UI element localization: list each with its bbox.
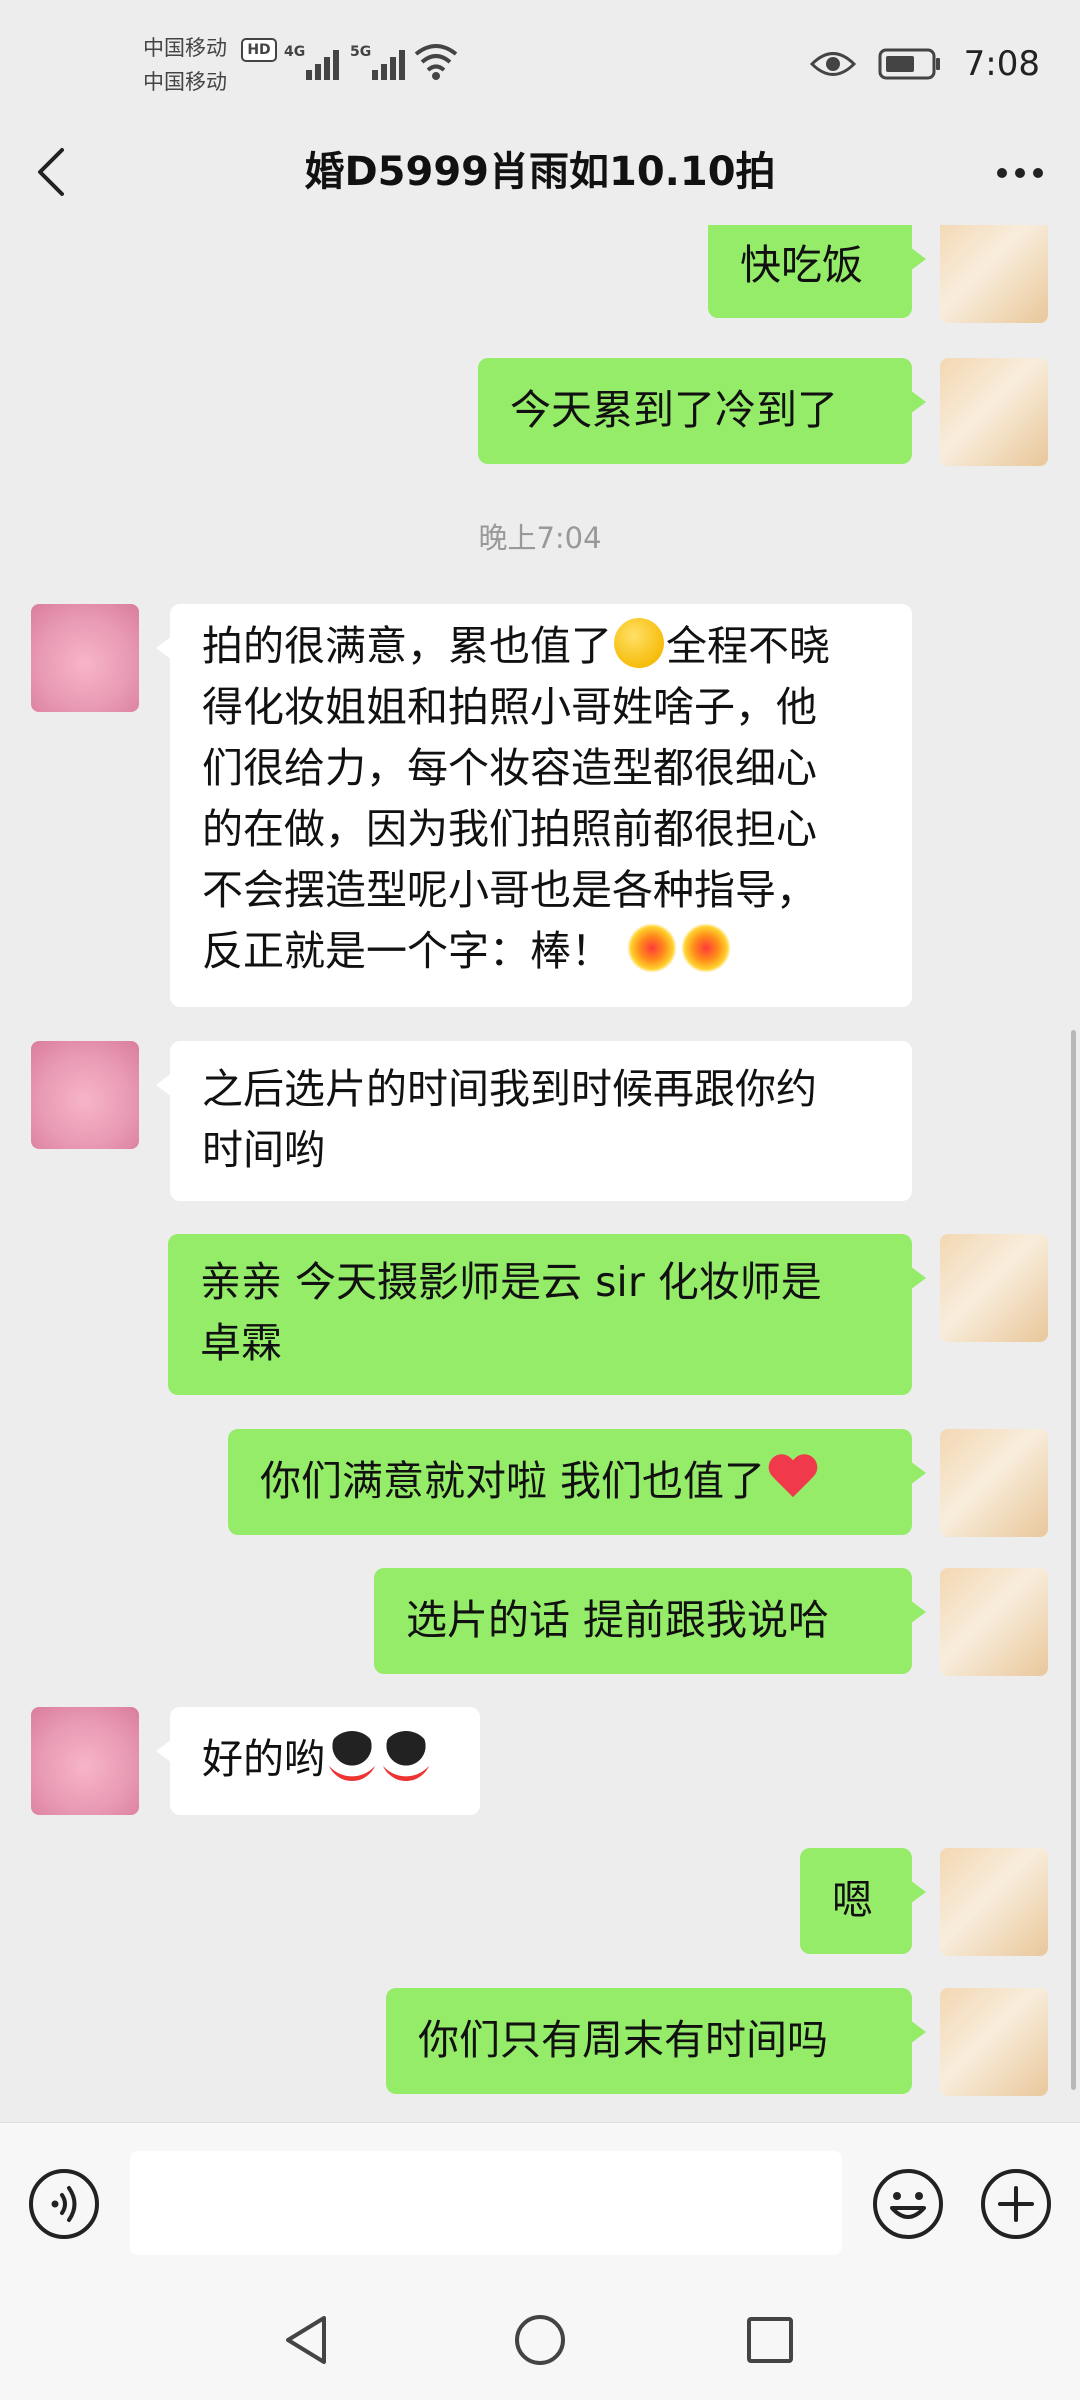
message-bubble[interactable]: 拍的很满意，累也值了 全程不晓 得化妆姐姐和拍照小哥姓啥子，他 们很给力，每个妆容… [156,604,912,1007]
message-bubble[interactable]: 之后选片的时间我到时候再跟你约 时间哟 [156,1041,912,1201]
wink-emoji-icon [614,618,664,668]
back-arrow-icon[interactable] [28,142,78,202]
scrollbar[interactable] [1071,1030,1076,2090]
message-text: 今天累到了冷到了 [510,386,838,434]
my-avatar[interactable] [940,1848,1048,1956]
my-avatar[interactable] [940,1234,1048,1342]
red-heart-emoji-icon [767,1455,819,1503]
message-text: 你们满意就对啦 我们也值了 [260,1457,766,1505]
net-5g-label: 5G [350,44,371,60]
contact-avatar[interactable] [31,1707,139,1815]
message-text: 之后选片的时间我到时候再跟你约 时间哟 [202,1065,817,1174]
message-text: 亲亲 今天摄影师是云 sir 化妆师是 卓霖 [200,1258,822,1367]
nav-recents-icon[interactable] [740,2310,800,2370]
message-text: 你们只有周末有时间吗 [418,2016,828,2064]
my-avatar[interactable] [940,1568,1048,1676]
message-bubble[interactable]: 今天累到了冷到了 [478,358,926,464]
message-text: 嗯 [832,1876,873,1924]
emoji-picker-icon[interactable] [872,2168,944,2240]
wifi-icon [414,44,458,80]
my-avatar[interactable] [940,1429,1048,1537]
chat-header: 婚D5999肖雨如10.10拍 [0,120,1080,225]
clock-time: 7:08 [963,44,1040,84]
qq-penguin-emoji-icon [327,1731,377,1781]
nav-home-icon[interactable] [510,2310,570,2370]
my-avatar[interactable] [940,225,1048,323]
hd-badge: HD [241,38,277,62]
my-avatar[interactable] [940,1988,1048,2096]
message-text-part-b: 全程不晓 得化妆姐姐和拍照小哥姓啥子，他 们很给力，每个妆容造型都很细心 的在做… [202,622,830,975]
message-bubble[interactable]: 你们只有周末有时间吗 [386,1988,926,2094]
message-bubble[interactable]: 亲亲 今天摄影师是云 sir 化妆师是 卓霖 [168,1234,926,1395]
contact-avatar[interactable] [31,1041,139,1149]
message-bubble[interactable]: 选片的话 提前跟我说哈 [374,1568,926,1674]
message-input[interactable] [130,2151,842,2255]
message-bubble[interactable]: 你们满意就对啦 我们也值了 [228,1429,926,1535]
message-text: 快吃饭 [740,241,863,289]
status-bar: 中国移动 中国移动 HD 4G 5G 7:08 [0,0,1080,120]
message-bubble[interactable]: 好的哟 [156,1707,480,1815]
voice-input-icon[interactable] [28,2168,100,2240]
carrier-1-label: 中国移动 [143,36,227,60]
nav-back-icon[interactable] [278,2310,338,2370]
message-bubble[interactable]: 嗯 [800,1848,926,1954]
chat-title: 婚D5999肖雨如10.10拍 [304,149,776,195]
carrier-2-label: 中国移动 [143,70,227,94]
firework-emoji-icon [627,923,678,973]
eye-icon [809,52,856,76]
more-options-icon[interactable] [990,148,1050,198]
signal-4g-icon: 4G [284,44,339,80]
firework-emoji-icon [681,923,732,973]
message-text: 好的哟 [202,1735,325,1783]
my-avatar[interactable] [940,358,1048,466]
message-bubble[interactable]: 快吃饭 [708,225,926,318]
net-4g-label: 4G [284,44,305,60]
battery-icon [878,48,940,80]
signal-5g-icon: 5G [350,44,405,80]
input-bar [0,2122,1080,2281]
message-list[interactable]: 快吃饭 今天累到了冷到了 晚上7:04 拍的很满意，累也值了 全程不晓 得化妆姐姐… [0,225,1080,2122]
qq-penguin-emoji-icon [381,1731,431,1781]
system-nav-bar [0,2280,1080,2400]
contact-avatar[interactable] [31,604,139,712]
message-text-part-a: 拍的很满意，累也值了 [202,622,612,670]
message-text: 选片的话 提前跟我说哈 [406,1596,830,1644]
message-timestamp: 晚上7:04 [478,521,602,555]
add-more-icon[interactable] [980,2168,1052,2240]
